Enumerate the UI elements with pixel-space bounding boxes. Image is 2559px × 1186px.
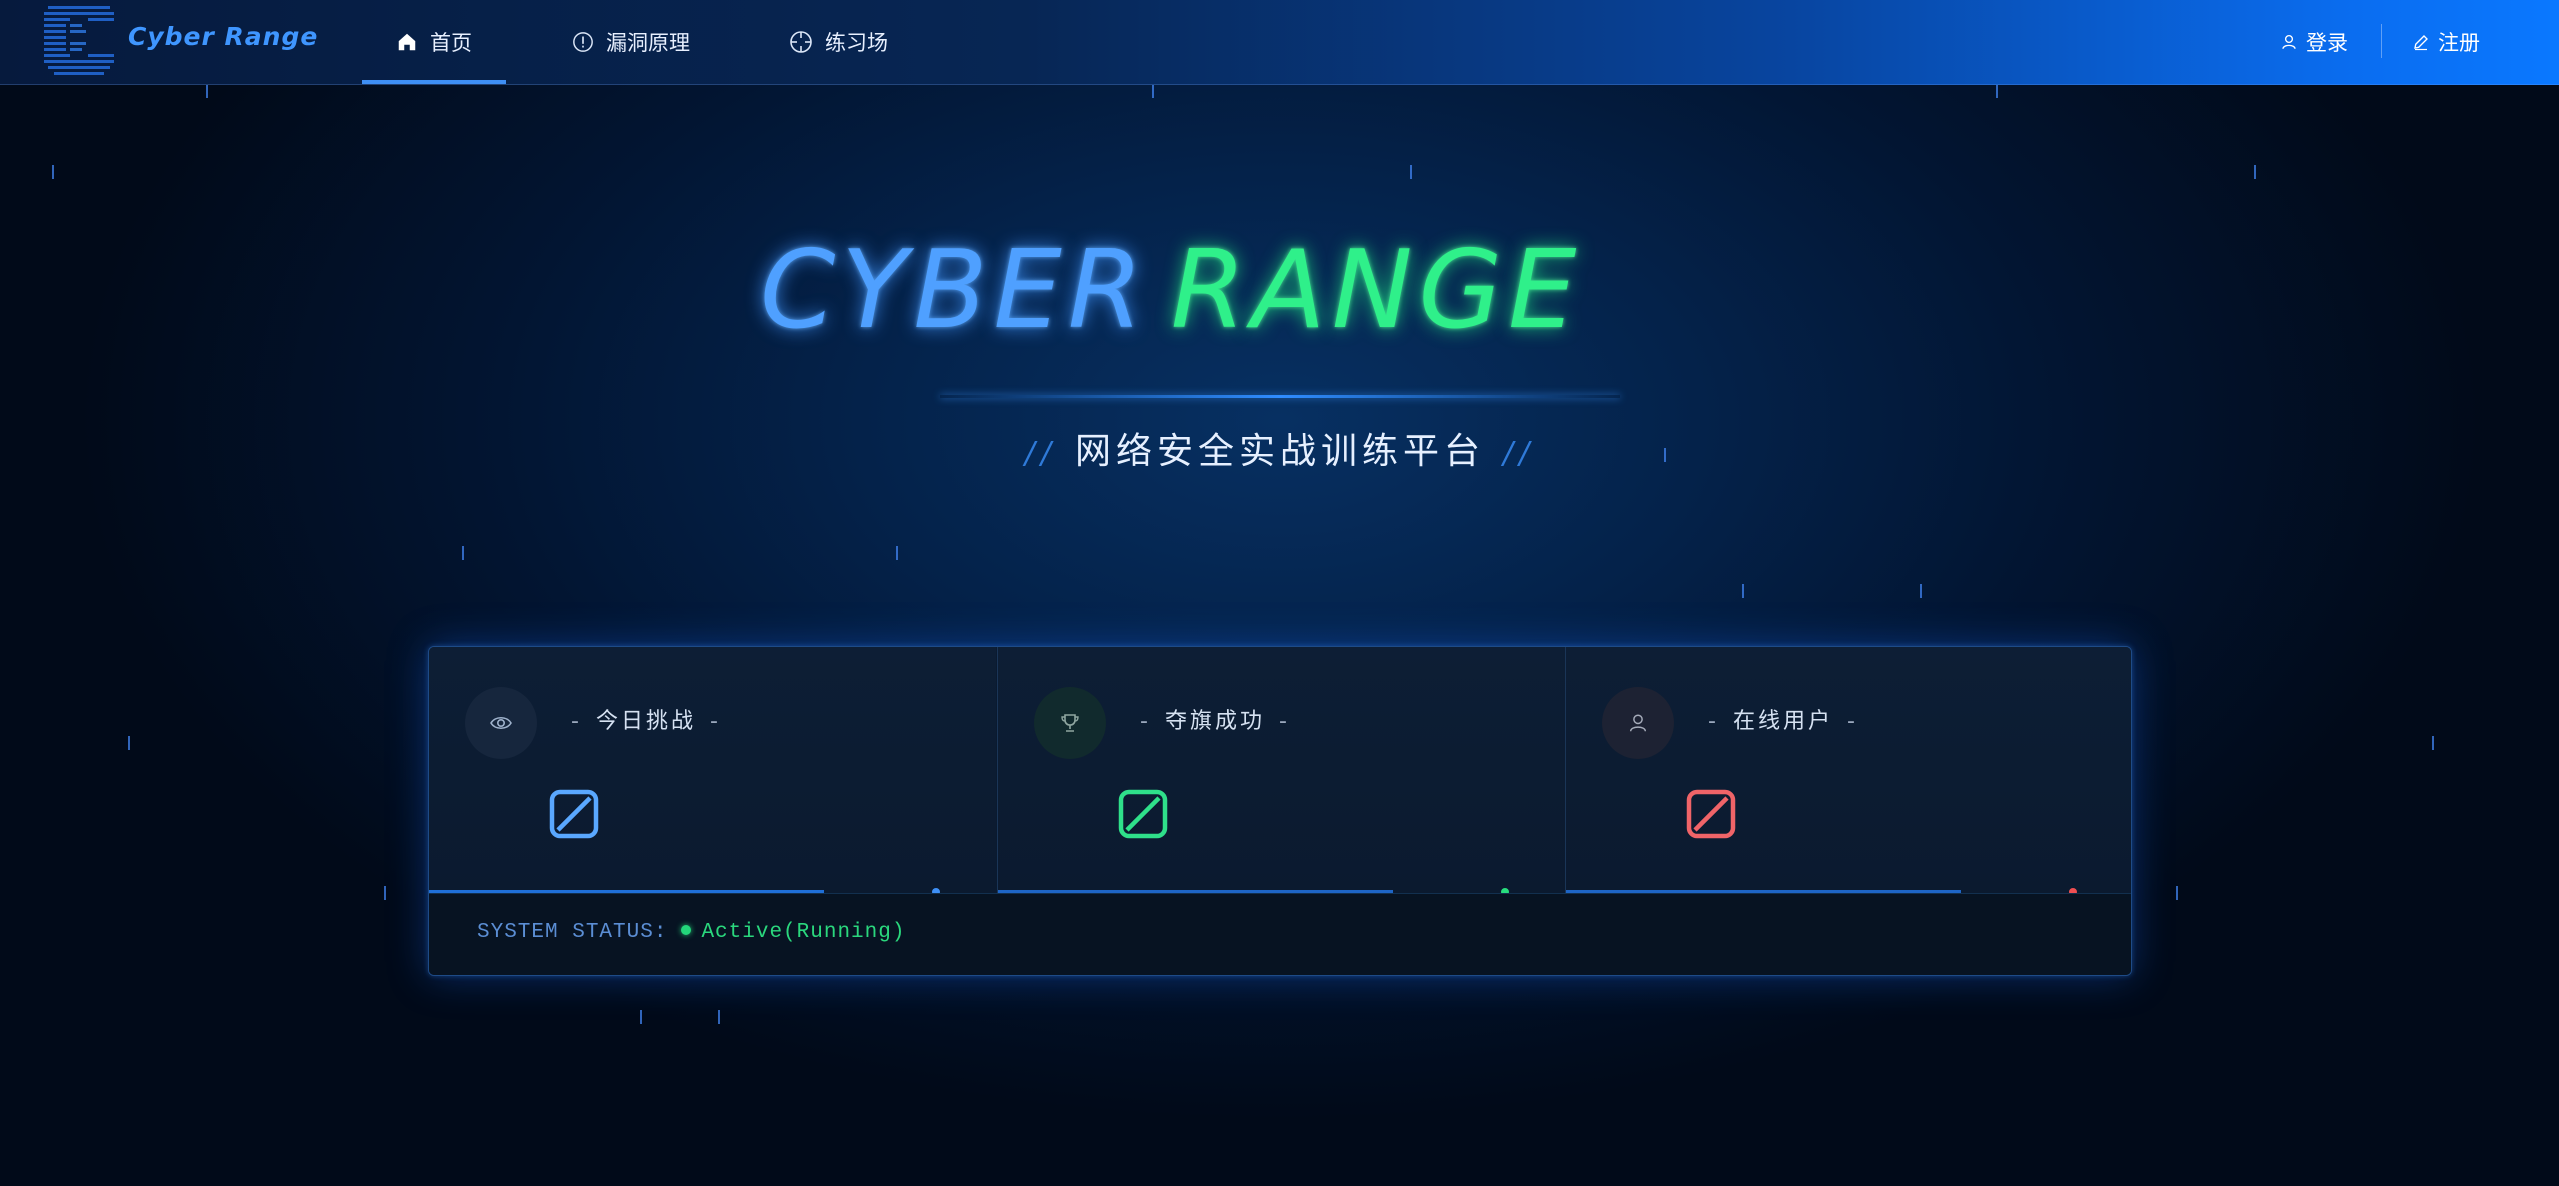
- decor-dash: -: [1708, 709, 1719, 734]
- system-status-bar: SYSTEM STATUS: Active(Running): [429, 893, 2131, 975]
- login-link[interactable]: 登录: [2280, 0, 2348, 84]
- stat-label-text: 在线用户: [1732, 709, 1833, 734]
- hero-title: CYBER RANGE: [760, 228, 1800, 358]
- page: Cyber Range 首页 漏洞原理 练习场 登录 注册 CYBER RANG…: [0, 0, 2559, 1186]
- stat-card-online-users: - 在线用户 -: [1565, 647, 2131, 896]
- top-navbar: Cyber Range 首页 漏洞原理 练习场 登录 注册: [0, 0, 2559, 85]
- decor-tick: [1664, 448, 1666, 462]
- decor-tick: [384, 886, 386, 900]
- stat-card-flags-captured: - 夺旗成功 -: [997, 647, 1565, 896]
- crosshair-icon: [790, 31, 812, 53]
- decor-tick: [1996, 84, 1998, 98]
- decor-tick: [1152, 84, 1154, 98]
- nav-item-label: 练习场: [825, 31, 888, 55]
- brand-name[interactable]: Cyber Range: [128, 22, 318, 51]
- decor-tick: [896, 546, 898, 560]
- decor-dash: -: [709, 709, 721, 734]
- stat-label-text: 夺旗成功: [1164, 709, 1265, 734]
- register-label: 注册: [2438, 31, 2480, 55]
- missing-value-icon: [1118, 789, 1168, 839]
- nav-item-vuln-principles[interactable]: 漏洞原理: [572, 0, 690, 84]
- decor-dash: -: [571, 709, 582, 734]
- system-status-text: SYSTEM STATUS: Active(Running): [477, 921, 905, 944]
- login-label: 登录: [2306, 31, 2348, 55]
- user-icon: [2282, 34, 2296, 49]
- decor-tick: [2254, 165, 2256, 179]
- home-icon: [398, 33, 416, 51]
- decor-tick: [1920, 584, 1922, 598]
- decor-dash: -: [1278, 709, 1290, 734]
- decor-slash: //: [1024, 436, 1057, 471]
- pencil-icon: [2414, 35, 2428, 51]
- stat-icon-wrap: [1602, 687, 1674, 759]
- stat-label: - 今日挑战 -: [557, 703, 735, 735]
- cyber-range-logo-icon[interactable]: [40, 2, 120, 80]
- decor-tick: [640, 1010, 642, 1024]
- stat-label-text: 今日挑战: [595, 709, 696, 734]
- nav-item-label: 首页: [430, 31, 472, 55]
- nav-item-practice-range[interactable]: 练习场: [789, 0, 888, 84]
- decor-tick: [718, 1010, 720, 1024]
- decor-tick: [206, 84, 208, 98]
- hero-title-word-cyber: CYBER: [760, 228, 1149, 353]
- stat-card-today-challenges: - 今日挑战 -: [429, 647, 996, 896]
- missing-value-icon: [549, 789, 599, 839]
- status-dot-icon: [681, 925, 692, 935]
- hero-title-word-range: RANGE: [1170, 228, 1583, 353]
- decor-tick: [2432, 736, 2434, 750]
- decor-tick: [1742, 584, 1744, 598]
- hero-divider: [940, 395, 1620, 398]
- decor-dash: -: [1846, 709, 1858, 734]
- stats-panel: - 今日挑战 - - 夺旗成功 - - 在线用户 - SYSTEM STATUS…: [428, 646, 2132, 976]
- decor-slash: //: [1503, 436, 1536, 471]
- eye-icon: [490, 716, 512, 730]
- system-status-label: SYSTEM STATUS:: [477, 921, 668, 944]
- decor-tick: [2176, 886, 2178, 900]
- register-link[interactable]: 注册: [2412, 0, 2480, 84]
- decor-dash: -: [1140, 709, 1151, 734]
- nav-item-label: 漏洞原理: [606, 31, 690, 55]
- decor-tick: [1410, 165, 1412, 179]
- auth-divider: [2381, 24, 2382, 58]
- trophy-icon: [1061, 714, 1079, 732]
- stat-icon-wrap: [465, 687, 537, 759]
- system-status-value: Active(Running): [701, 921, 906, 944]
- nav-item-home[interactable]: 首页: [362, 0, 506, 84]
- hero-subtitle: // 网络安全实战训练平台 //: [1000, 422, 1560, 474]
- stat-label: - 夺旗成功 -: [1126, 703, 1304, 735]
- stat-label: - 在线用户 -: [1694, 703, 1872, 735]
- hero-subtitle-text: 网络安全实战训练平台: [1074, 431, 1485, 472]
- decor-tick: [462, 546, 464, 560]
- user-icon: [1629, 714, 1647, 732]
- stat-icon-wrap: [1034, 687, 1106, 759]
- missing-value-icon: [1686, 789, 1736, 839]
- decor-tick: [128, 736, 130, 750]
- decor-tick: [52, 165, 54, 179]
- alert-circle-icon: [573, 32, 593, 52]
